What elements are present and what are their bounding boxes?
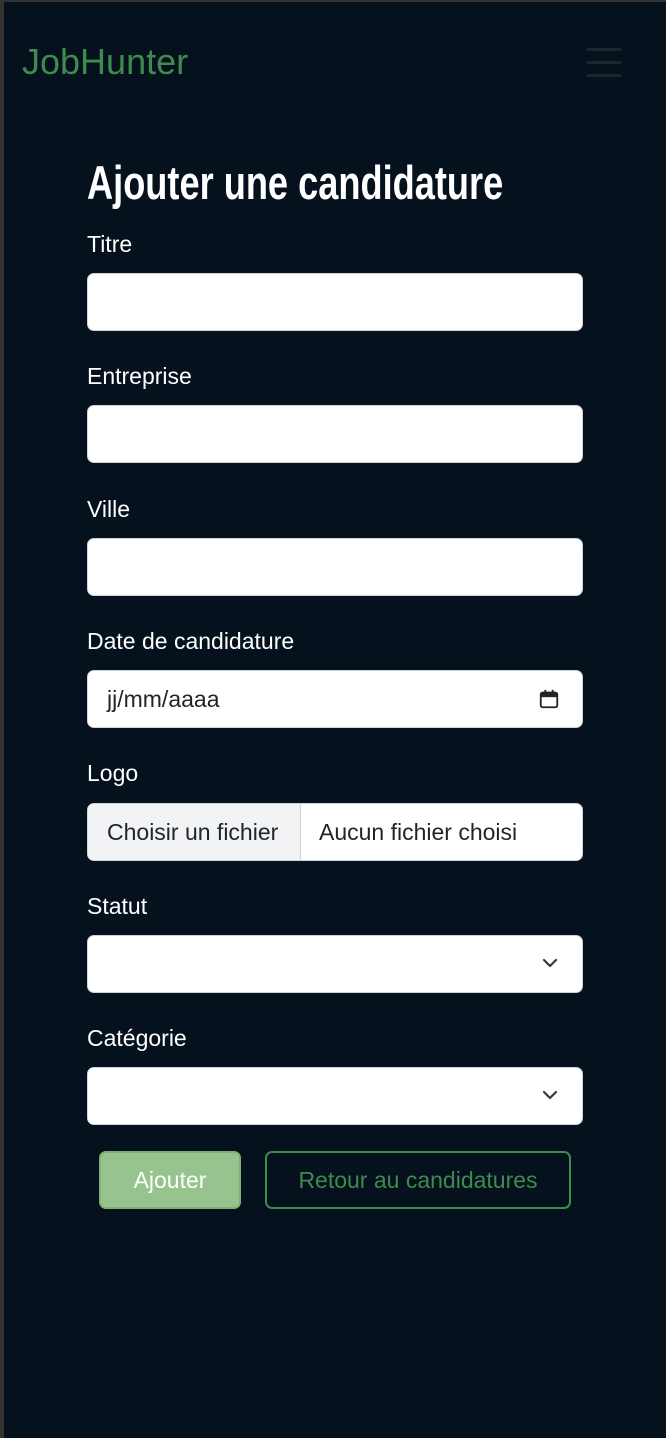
add-button[interactable]: Ajouter [99, 1151, 241, 1209]
brand-logo-link[interactable]: JobHunter [22, 40, 188, 84]
statut-select[interactable] [87, 935, 583, 993]
page-title: Ajouter une candidature [87, 156, 504, 209]
titre-input[interactable] [87, 273, 583, 331]
entreprise-label: Entreprise [87, 363, 192, 389]
statut-label: Statut [87, 893, 148, 919]
ville-input[interactable] [87, 538, 583, 596]
date-placeholder: jj/mm/aaaa [107, 686, 220, 712]
logo-file-input[interactable]: Choisir un fichier Aucun fichier choisi [87, 803, 583, 861]
calendar-icon[interactable] [538, 688, 560, 710]
choose-file-button[interactable]: Choisir un fichier [88, 804, 301, 860]
categorie-select[interactable] [87, 1067, 583, 1125]
ville-label: Ville [87, 496, 131, 522]
back-to-applications-button[interactable]: Retour au candidatures [265, 1151, 571, 1209]
chevron-down-icon [542, 958, 558, 968]
date-label: Date de candidature [87, 628, 295, 654]
choose-file-button-label: Choisir un fichier [107, 819, 279, 845]
page: JobHunter Ajouter une candidature Titre … [4, 2, 666, 1438]
logo-label: Logo [87, 760, 139, 786]
navbar: JobHunter [4, 2, 666, 122]
chevron-down-icon [542, 1090, 558, 1100]
date-input[interactable]: jj/mm/aaaa [87, 670, 583, 728]
hamburger-menu-icon[interactable] [582, 44, 626, 80]
entreprise-input[interactable] [87, 405, 583, 463]
titre-label: Titre [87, 231, 133, 257]
categorie-label: Catégorie [87, 1025, 187, 1051]
file-status-text: Aucun fichier choisi [319, 819, 518, 845]
